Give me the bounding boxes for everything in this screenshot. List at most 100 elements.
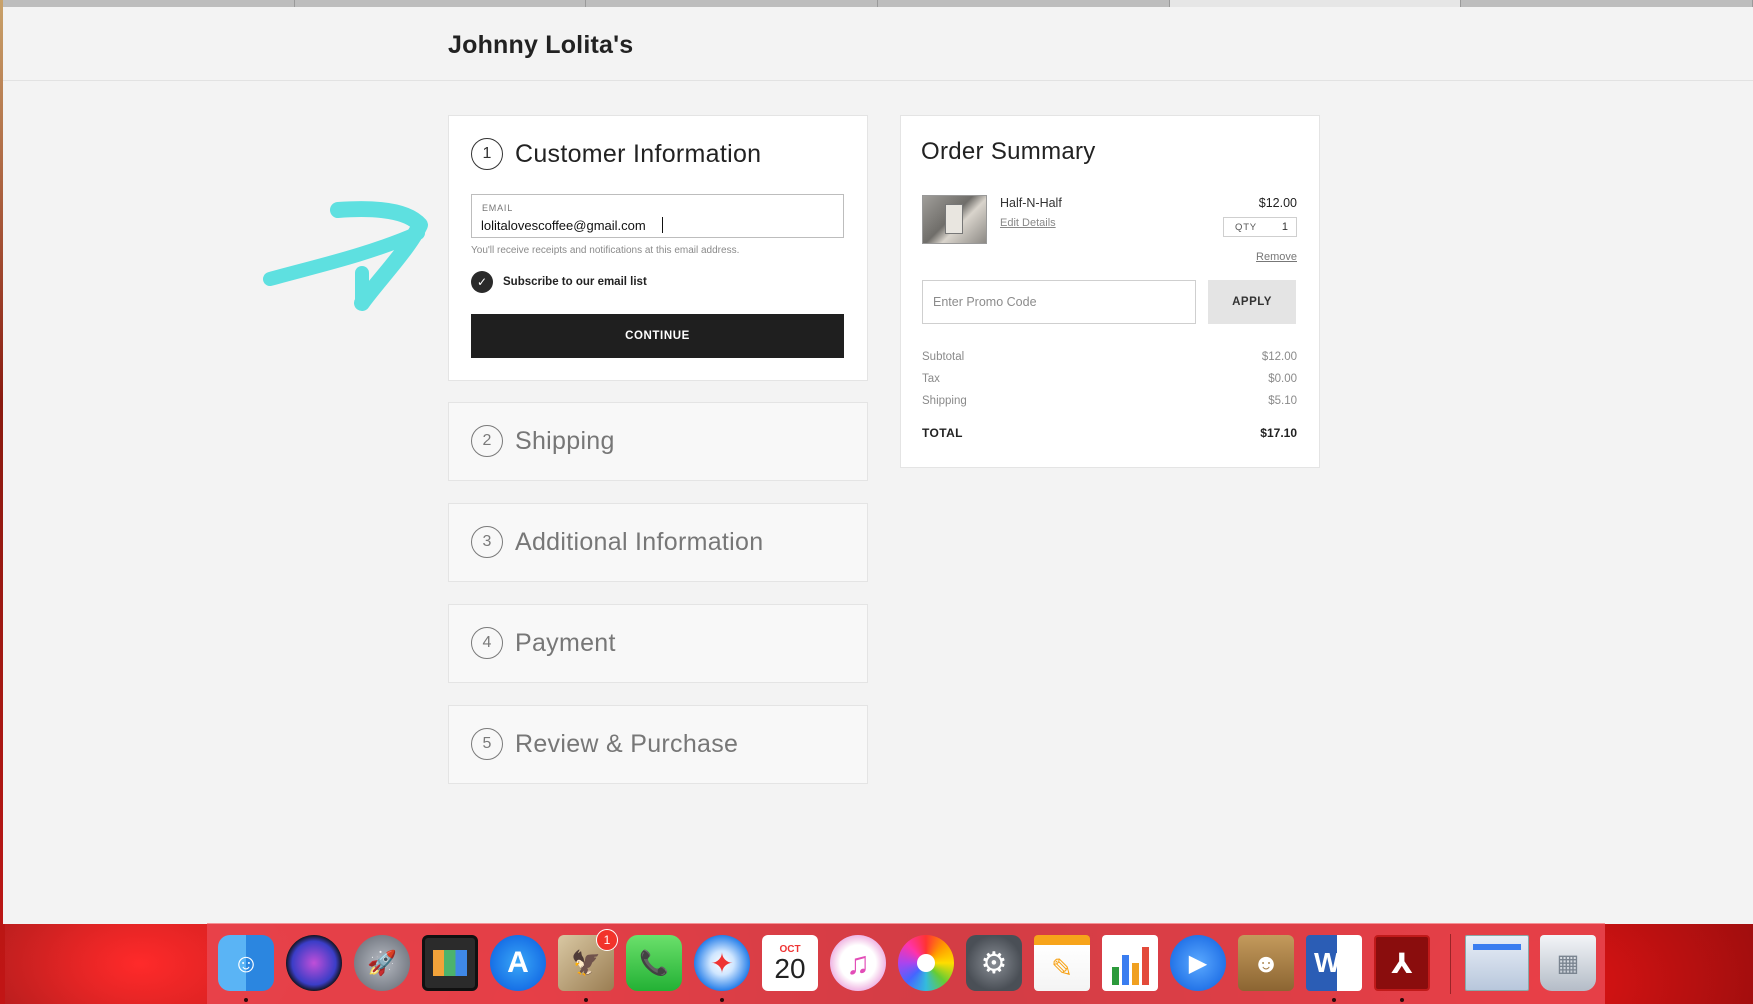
photos-center	[917, 954, 935, 972]
checkmark-icon[interactable]: ✓	[471, 271, 493, 293]
browser-tab-strip	[3, 0, 1753, 7]
browser-tab[interactable]	[1461, 0, 1753, 7]
step-title: Additional Information	[515, 527, 764, 556]
notification-badge: 1	[596, 929, 618, 951]
step-header: 4 Payment	[471, 627, 616, 659]
tax-value: $0.00	[1268, 373, 1297, 385]
running-indicator	[244, 998, 248, 1002]
step-title: Customer Information	[515, 139, 762, 168]
step-shipping[interactable]: 2 Shipping	[448, 402, 868, 481]
numbers-icon[interactable]	[1102, 935, 1158, 991]
total-value: $17.10	[1260, 426, 1297, 440]
customer-information-card: 1 Customer Information EMAIL You'll rece…	[448, 115, 868, 381]
mail-icon[interactable]: 🦅 1	[558, 929, 618, 991]
product-thumbnail[interactable]	[922, 195, 987, 244]
calendar-icon[interactable]: OCT 20	[762, 935, 818, 991]
browser-tab[interactable]	[586, 0, 879, 7]
remove-link[interactable]: Remove	[1256, 251, 1297, 263]
safari-icon[interactable]: ✦	[694, 935, 750, 991]
launchpad-icon[interactable]: 🚀	[354, 935, 410, 991]
text-caret	[662, 217, 663, 233]
photos-icon[interactable]	[898, 935, 954, 991]
step-number-badge: 1	[471, 138, 503, 170]
browser-tab[interactable]	[878, 0, 1170, 7]
tax-row: Tax $0.00	[922, 373, 1297, 385]
photo-booth-strip	[433, 950, 467, 976]
subtotal-value: $12.00	[1261, 351, 1297, 363]
annotation-arrow-icon	[263, 201, 428, 311]
acrobat-icon[interactable]: ⅄	[1374, 935, 1430, 991]
calendar-day: 20	[774, 952, 806, 984]
browser-tab[interactable]	[294, 0, 587, 7]
browser-tab-active[interactable]	[1169, 0, 1462, 7]
email-input[interactable]	[481, 216, 831, 234]
trash-icon[interactable]: ▦	[1540, 935, 1596, 991]
preview-window-icon[interactable]	[1465, 935, 1529, 991]
step-number-badge: 5	[471, 728, 503, 760]
numbers-bar	[1131, 963, 1139, 985]
browser-tab[interactable]	[3, 0, 295, 7]
numbers-bar	[1111, 967, 1119, 985]
edit-details-link[interactable]: Edit Details	[1000, 217, 1056, 229]
qty-value[interactable]: 1	[1282, 221, 1288, 233]
browser-window: Johnny Lolita's 1 Customer Information E…	[3, 0, 1753, 924]
item-price: $12.00	[1258, 196, 1297, 210]
step-number-badge: 3	[471, 526, 503, 558]
total-label: TOTAL	[922, 426, 963, 440]
step-header: 5 Review & Purchase	[471, 728, 738, 760]
shipping-value: $5.10	[1268, 395, 1297, 407]
apply-button[interactable]: APPLY	[1208, 280, 1296, 324]
step-title: Shipping	[515, 426, 615, 455]
app-store-icon[interactable]: A	[490, 935, 546, 991]
word-icon[interactable]: W	[1306, 935, 1362, 991]
email-label: EMAIL	[482, 203, 514, 213]
running-indicator	[1400, 998, 1404, 1002]
preview-window-bar	[1473, 944, 1521, 950]
continue-button[interactable]: CONTINUE	[471, 314, 844, 358]
total-row: TOTAL $17.10	[922, 426, 1297, 440]
customer-information-header: 1 Customer Information	[471, 138, 761, 170]
facetime-icon[interactable]: 📞	[626, 935, 682, 991]
photo-booth-icon[interactable]	[422, 935, 478, 991]
numbers-bar	[1141, 947, 1149, 985]
step-title: Payment	[515, 628, 616, 657]
itunes-icon[interactable]: ♫	[830, 935, 886, 991]
subscribe-checkbox-row[interactable]: ✓ Subscribe to our email list	[471, 271, 647, 293]
shipping-row: Shipping $5.10	[922, 395, 1297, 407]
step-additional-information[interactable]: 3 Additional Information	[448, 503, 868, 582]
order-summary-card: Order Summary Half-N-Half Edit Details $…	[900, 115, 1320, 468]
siri-icon[interactable]	[286, 935, 342, 991]
item-name: Half-N-Half	[1000, 196, 1062, 210]
tax-label: Tax	[922, 373, 940, 385]
promo-code-input[interactable]	[922, 280, 1196, 324]
running-indicator	[720, 998, 724, 1002]
running-indicator	[584, 998, 588, 1002]
numbers-bar	[1121, 955, 1129, 985]
dock-separator	[1450, 934, 1451, 994]
step-header: 2 Shipping	[471, 425, 615, 457]
shipping-label: Shipping	[922, 395, 967, 407]
subtotal-row: Subtotal $12.00	[922, 351, 1297, 363]
step-header: 3 Additional Information	[471, 526, 763, 558]
step-payment[interactable]: 4 Payment	[448, 604, 868, 683]
qty-label: QTY	[1235, 221, 1257, 233]
running-indicator	[1332, 998, 1336, 1002]
zoom-icon[interactable]: ▶	[1170, 935, 1226, 991]
system-preferences-icon[interactable]: ⚙	[966, 935, 1022, 991]
quantity-field[interactable]: QTY 1	[1223, 217, 1297, 237]
email-field[interactable]: EMAIL	[471, 194, 844, 238]
email-hint: You'll receive receipts and notification…	[471, 245, 740, 256]
order-summary-title: Order Summary	[921, 138, 1096, 165]
finder-icon[interactable]: ☺	[218, 935, 274, 991]
contacts-icon[interactable]: ☻	[1238, 935, 1294, 991]
macos-dock: ☺ 🚀 A 🦅 1 📞 ✦ OCT 20 ♫ ⚙ ✎ ▶ ☻ W ⅄ ▦	[207, 923, 1605, 1004]
step-review-purchase[interactable]: 5 Review & Purchase	[448, 705, 868, 784]
site-title[interactable]: Johnny Lolita's	[448, 31, 633, 60]
site-header: Johnny Lolita's	[3, 7, 1753, 81]
step-title: Review & Purchase	[515, 729, 739, 758]
step-number-badge: 2	[471, 425, 503, 457]
subscribe-label[interactable]: Subscribe to our email list	[503, 276, 647, 288]
subtotal-label: Subtotal	[922, 351, 965, 363]
step-number-badge: 4	[471, 627, 503, 659]
pages-icon[interactable]: ✎	[1034, 935, 1090, 991]
